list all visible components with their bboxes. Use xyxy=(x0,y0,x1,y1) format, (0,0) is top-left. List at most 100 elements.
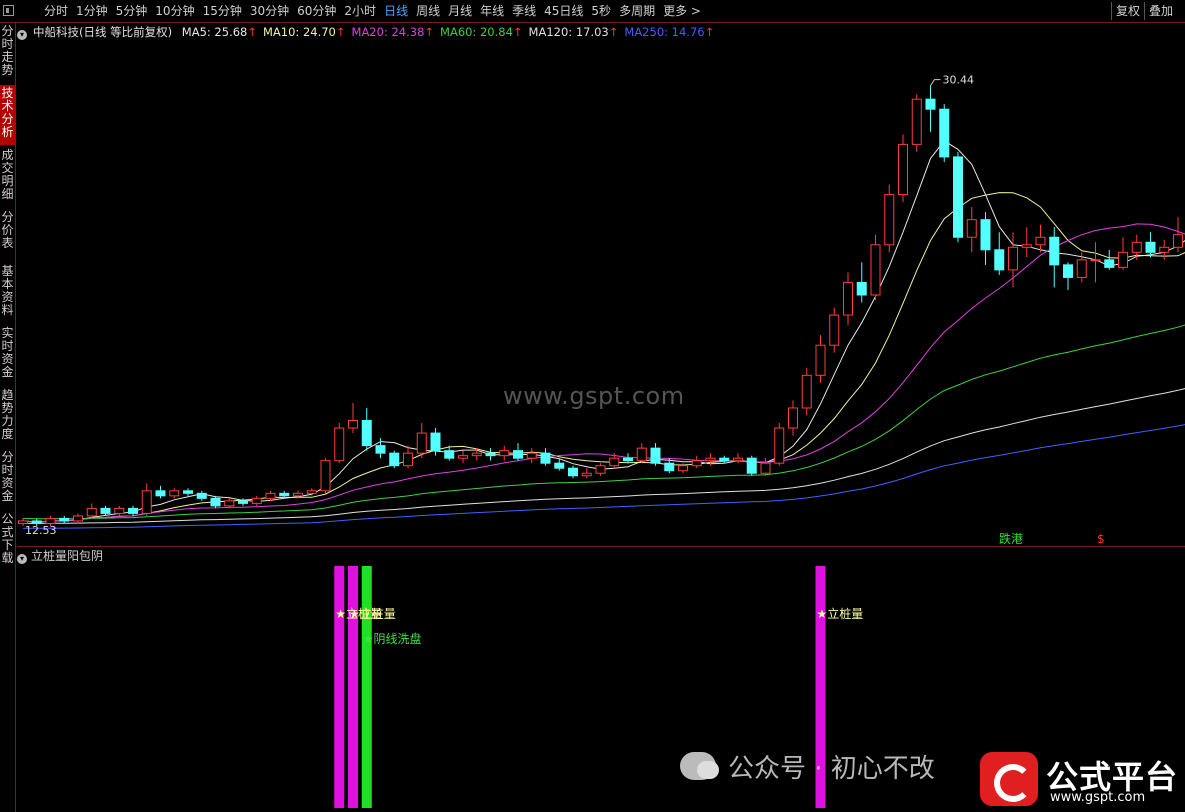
side-tab[interactable]: 实时资金 xyxy=(0,325,15,385)
candle-body xyxy=(334,427,345,462)
candle-body xyxy=(568,467,578,477)
site-watermark: www.gspt.com xyxy=(503,382,685,410)
high-marker xyxy=(930,79,941,86)
signal-mark: $ xyxy=(1097,532,1105,546)
period-tab[interactable]: 2小时 xyxy=(340,0,380,23)
overlay-button[interactable]: 叠加 xyxy=(1144,2,1177,20)
up-arrow-icon: ↑ xyxy=(335,25,346,39)
period-tab[interactable]: 更多 > xyxy=(659,0,705,23)
candle xyxy=(348,402,358,434)
candle-body xyxy=(416,432,427,454)
ma-legend-item: MA120: 17.03↑ xyxy=(529,25,619,39)
candle xyxy=(636,443,647,464)
candle xyxy=(1145,232,1156,258)
candle xyxy=(458,450,468,464)
up-arrow-icon: ↑ xyxy=(512,25,523,39)
period-tab[interactable]: 10分钟 xyxy=(151,0,198,23)
signal-bar xyxy=(361,566,372,808)
period-tab[interactable]: 1分钟 xyxy=(72,0,112,23)
candle-body xyxy=(1118,251,1128,268)
signal-bar xyxy=(334,566,345,808)
ma-legend-item: MA5: 25.68↑ xyxy=(182,25,257,39)
collapse-icon[interactable]: ▾ xyxy=(17,554,27,564)
high-label: 30.44 xyxy=(943,74,975,87)
candle-body xyxy=(196,492,207,499)
period-tab[interactable]: 季线 xyxy=(508,0,540,23)
period-tab[interactable]: 周线 xyxy=(412,0,444,23)
period-tab[interactable]: 5秒 xyxy=(587,0,615,23)
period-tab[interactable]: 日线 xyxy=(380,0,412,23)
candle xyxy=(100,505,111,516)
candle-body xyxy=(513,450,523,459)
candle-body xyxy=(1145,241,1156,253)
period-tab[interactable]: 多周期 xyxy=(615,0,659,23)
side-tab[interactable]: 趋势力度 xyxy=(0,387,15,447)
side-tab-label: 趋势力度 xyxy=(1,388,14,441)
period-tab[interactable]: 15分钟 xyxy=(199,0,246,23)
indicator-title-line: ▾ 立桩量阳包阴 xyxy=(17,548,103,564)
period-tab[interactable]: 60分钟 xyxy=(293,0,340,23)
candle-body xyxy=(1063,264,1073,278)
signal-label: ★立桩量 xyxy=(817,606,864,621)
period-tab[interactable]: 5分钟 xyxy=(112,0,152,23)
period-toolbar: 分时 1分钟 5分钟 10分钟 15分钟 30分钟 60分钟 2小时 日线 周线 月线 年线 季线 45日… xyxy=(0,0,1185,23)
candle-body xyxy=(650,447,661,464)
candle-body xyxy=(581,472,592,477)
die-gang-label: 跌港 xyxy=(999,531,1023,546)
candle-body xyxy=(733,457,743,462)
ma-legend-label: MA250: 14.76 xyxy=(624,25,705,39)
candle xyxy=(1159,239,1170,260)
candle xyxy=(183,488,193,496)
candlestick-chart[interactable]: 30.44 12.53 跌港 $ xyxy=(17,23,1185,546)
candle-body xyxy=(705,457,716,462)
window-toggle-icon[interactable] xyxy=(3,5,14,16)
candle-body xyxy=(1131,241,1142,253)
signal-bar xyxy=(348,566,358,808)
side-tab[interactable]: 成交明细 xyxy=(0,147,15,207)
candle-body xyxy=(925,98,936,110)
side-tab-label: 实时资金 xyxy=(1,326,14,379)
up-arrow-icon: ↑ xyxy=(608,25,619,39)
side-tab[interactable]: 分时资金 xyxy=(0,449,15,509)
period-tab[interactable]: 45日线 xyxy=(540,0,587,23)
period-tab[interactable]: 月线 xyxy=(444,0,476,23)
candle xyxy=(623,453,633,464)
side-tab[interactable]: 技术分析 xyxy=(0,85,15,145)
collapse-icon[interactable]: ▾ xyxy=(17,30,27,40)
candle-body xyxy=(265,492,276,499)
candle-body xyxy=(430,432,441,452)
candle-body xyxy=(499,450,510,457)
period-tab[interactable]: 分时 xyxy=(40,0,72,23)
side-tab-label: 分时资金 xyxy=(1,450,14,503)
side-tab-label: 分价表 xyxy=(1,210,14,250)
side-tab-label: 分时走势 xyxy=(1,24,14,77)
side-tab[interactable]: 分时走势 xyxy=(0,23,15,83)
logo-url: www.gspt.com xyxy=(1050,790,1146,805)
candle xyxy=(568,465,578,479)
side-tab[interactable]: 公式下载 xyxy=(0,511,15,571)
candle-body xyxy=(911,98,922,145)
candle-body xyxy=(788,407,798,429)
period-tab[interactable]: 年线 xyxy=(476,0,508,23)
candle-body xyxy=(801,374,812,409)
period-tab[interactable]: 30分钟 xyxy=(246,0,293,23)
fuquan-button[interactable]: 复权 xyxy=(1111,2,1144,20)
candle xyxy=(994,232,1005,275)
candle xyxy=(966,207,977,253)
candle-body xyxy=(966,219,977,238)
side-tab[interactable]: 分价表 xyxy=(0,209,15,261)
candle xyxy=(540,448,551,466)
candle-body xyxy=(444,450,455,459)
candle xyxy=(815,335,826,383)
ma-legend-label: MA60: 20.84 xyxy=(440,25,513,39)
candle-body xyxy=(141,490,152,514)
candle xyxy=(499,445,510,461)
candle-body xyxy=(389,452,400,467)
candle-body xyxy=(856,281,867,296)
candle-body xyxy=(210,497,221,507)
ma-legend-label: MA5: 25.68 xyxy=(181,25,248,39)
candle xyxy=(870,234,881,301)
candle xyxy=(128,505,138,516)
candle xyxy=(251,495,262,506)
side-tab[interactable]: 基本资料 xyxy=(0,263,15,323)
